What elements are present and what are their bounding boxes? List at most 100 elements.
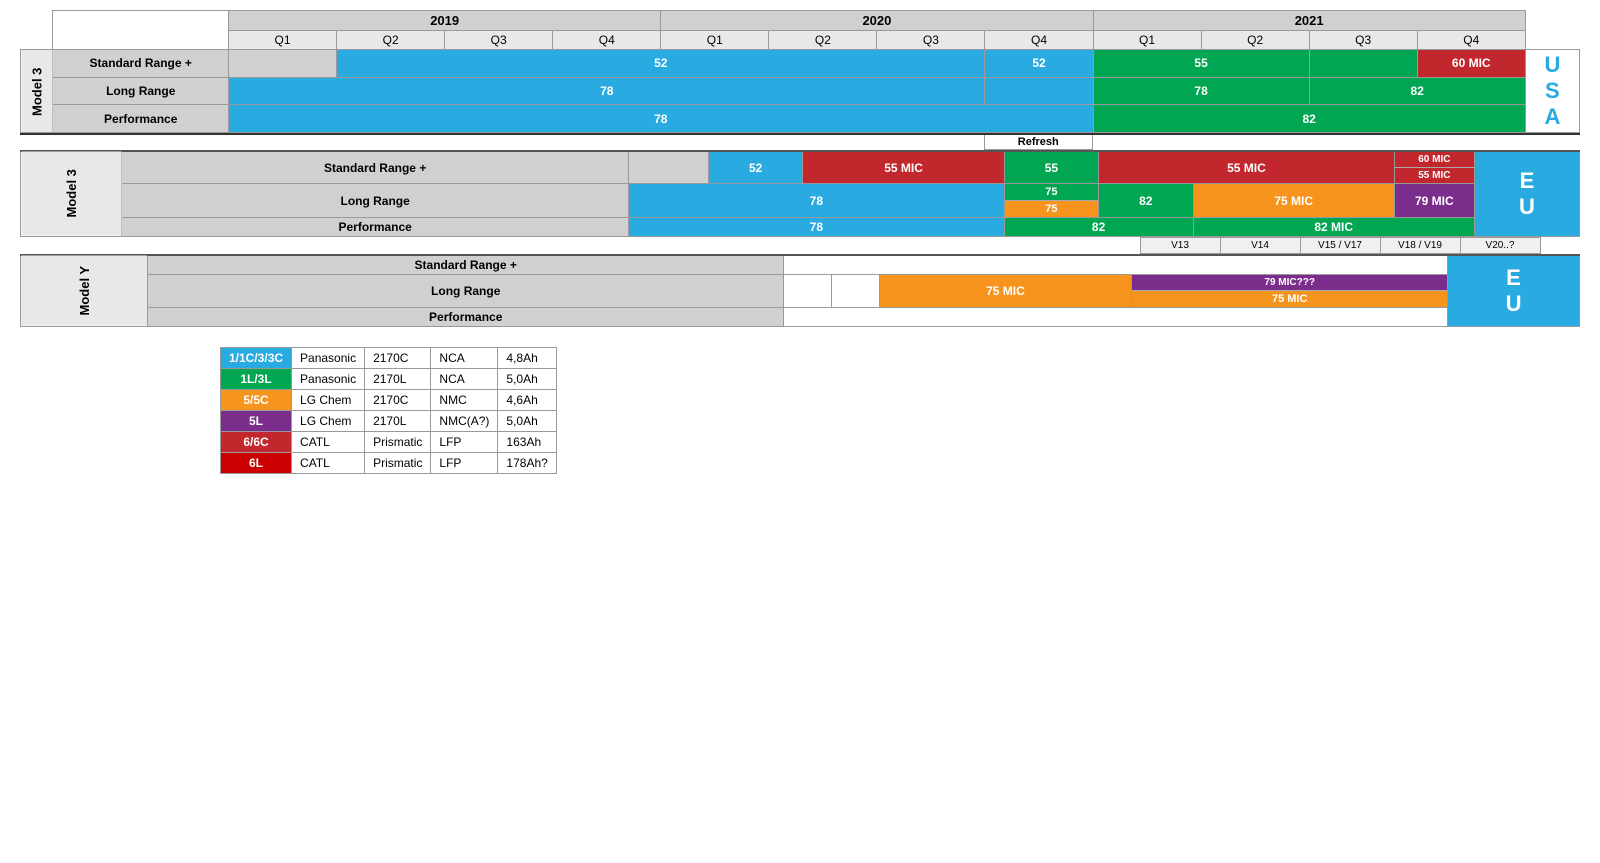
eu-region-label-my: EU bbox=[1448, 255, 1580, 327]
perf-label-eu: Performance bbox=[122, 218, 629, 237]
lr-label-my: Long Range bbox=[148, 275, 784, 308]
usa-region-label: USA bbox=[1525, 50, 1579, 133]
legend-capacity-5: 178Ah? bbox=[498, 453, 556, 474]
m3-usa-sr-row: Model 3 Standard Range + 52 52 55 60 MIC… bbox=[21, 50, 1580, 78]
m3-usa-sr-blue: 52 bbox=[337, 50, 985, 78]
perf-label-my: Performance bbox=[148, 308, 784, 327]
m3-usa-sr-red: 60 MIC bbox=[1417, 50, 1525, 78]
my-eu-sr-row: Model Y Standard Range + EU bbox=[21, 255, 1580, 275]
sr-label-usa: Standard Range + bbox=[53, 50, 229, 78]
version-v14: V14 bbox=[1220, 238, 1300, 254]
my-eu-lr-yellow2: 75 MIC bbox=[1132, 291, 1447, 307]
main-container: 2019 2020 2021 Q1 Q2 Q3 Q4 Q1 Q2 Q3 Q4 Q… bbox=[20, 10, 1580, 474]
my-eu-lr-yellow: 75 MIC bbox=[879, 275, 1132, 308]
legend-manufacturer-0: Panasonic bbox=[292, 348, 365, 369]
legend-chemistry-1: NCA bbox=[431, 369, 498, 390]
legend-row-5: 6L CATL Prismatic LFP 178Ah? bbox=[221, 453, 557, 474]
m3-eu-perf-blue: 78 bbox=[628, 218, 1004, 237]
legend-color-5: 6L bbox=[221, 453, 292, 474]
m3-usa-lr-green2: 82 bbox=[1309, 77, 1525, 105]
m3-eu-sr-row: Model 3 Standard Range + 52 55 MIC 55 55… bbox=[21, 151, 1580, 184]
legend-color-2: 5/5C bbox=[221, 390, 292, 411]
m3-eu-lr-green-top: 75 bbox=[1005, 184, 1098, 201]
version-v18-v19: V18 / V19 bbox=[1380, 238, 1460, 254]
m3-eu-perf-row: Performance 78 82 82 MIC bbox=[21, 218, 1580, 237]
modelY-label: Model Y bbox=[21, 255, 148, 327]
legend-cell-4: Prismatic bbox=[365, 432, 431, 453]
legend-manufacturer-1: Panasonic bbox=[292, 369, 365, 390]
perf-label-usa: Performance bbox=[53, 105, 229, 133]
legend-row-3: 5L LG Chem 2170L NMC(A?) 5,0Ah bbox=[221, 411, 557, 432]
legend-chemistry-4: LFP bbox=[431, 432, 498, 453]
legend-cell-2: 2170C bbox=[365, 390, 431, 411]
m3-eu-sr-red1: 55 MIC bbox=[803, 151, 1004, 184]
legend-chemistry-0: NCA bbox=[431, 348, 498, 369]
year-2021: 2021 bbox=[1093, 11, 1525, 31]
version-v20: V20..? bbox=[1460, 238, 1540, 254]
legend-color-1: 1L/3L bbox=[221, 369, 292, 390]
legend-cell-0: 2170C bbox=[365, 348, 431, 369]
m3-eu-lr-row: Long Range 78 75 75 82 75 MIC 79 MIC bbox=[21, 184, 1580, 218]
legend-capacity-4: 163Ah bbox=[498, 432, 556, 453]
m3-eu-lr-green2: 82 bbox=[1099, 184, 1193, 218]
legend-chemistry-5: LFP bbox=[431, 453, 498, 474]
lr-label-eu: Long Range bbox=[122, 184, 629, 218]
refresh-label: Refresh bbox=[984, 134, 1092, 150]
refresh-row-table: Refresh bbox=[20, 133, 1580, 150]
m3-eu-lr-yellow2: 75 MIC bbox=[1193, 184, 1394, 218]
legend-capacity-3: 5,0Ah bbox=[498, 411, 556, 432]
legend-manufacturer-5: CATL bbox=[292, 453, 365, 474]
m3-eu-sr-top-right: 60 MIC bbox=[1395, 152, 1474, 168]
m3-eu-sr-bot-right: 55 MIC bbox=[1395, 168, 1474, 183]
model3-label-eu: Model 3 bbox=[21, 151, 122, 237]
my-eu-lr-row: Long Range 75 MIC 79 MIC??? 75 MIC bbox=[21, 275, 1580, 308]
m3-usa-perf-row: Performance 78 82 bbox=[21, 105, 1580, 133]
m3-usa-sr-q4: 52 bbox=[985, 50, 1093, 78]
legend-row-0: 1/1C/3/3C Panasonic 2170C NCA 4,8Ah bbox=[221, 348, 557, 369]
sr-label-eu: Standard Range + bbox=[122, 151, 629, 184]
legend-capacity-0: 4,8Ah bbox=[498, 348, 556, 369]
m3-usa-perf-green: 82 bbox=[1093, 105, 1525, 133]
model3-eu-table: Model 3 Standard Range + 52 55 MIC 55 55… bbox=[20, 150, 1580, 237]
lr-label-usa: Long Range bbox=[53, 77, 229, 105]
version-table: V13 V14 V15 / V17 V18 / V19 V20..? bbox=[20, 237, 1580, 254]
legend-color-0: 1/1C/3/3C bbox=[221, 348, 292, 369]
legend-manufacturer-4: CATL bbox=[292, 432, 365, 453]
sr-label-my: Standard Range + bbox=[148, 255, 784, 275]
version-v13: V13 bbox=[1140, 238, 1220, 254]
m3-eu-lr-blue: 78 bbox=[628, 184, 1004, 218]
legend-cell-3: 2170L bbox=[365, 411, 431, 432]
version-v15-v17: V15 / V17 bbox=[1300, 238, 1380, 254]
m3-eu-perf-green2: 82 MIC bbox=[1193, 218, 1474, 237]
m3-eu-sr-green: 55 bbox=[1004, 151, 1098, 184]
legend-row-2: 5/5C LG Chem 2170C NMC 4,6Ah bbox=[221, 390, 557, 411]
my-eu-lr-purple: 79 MIC??? bbox=[1132, 275, 1447, 291]
legend-color-3: 5L bbox=[221, 411, 292, 432]
m3-eu-lr-yellow: 75 bbox=[1005, 201, 1098, 217]
modelY-eu-table: Model Y Standard Range + EU Long Range 7… bbox=[20, 254, 1580, 327]
legend-color-4: 6/6C bbox=[221, 432, 292, 453]
m3-eu-sr-red2: 55 MIC bbox=[1099, 151, 1395, 184]
legend-manufacturer-3: LG Chem bbox=[292, 411, 365, 432]
my-eu-perf-row: Performance bbox=[21, 308, 1580, 327]
legend-capacity-2: 4,6Ah bbox=[498, 390, 556, 411]
eu-region-label-m3: EU bbox=[1474, 151, 1579, 237]
m3-usa-lr-blue: 78 bbox=[229, 77, 985, 105]
m3-usa-sr-green: 55 bbox=[1093, 50, 1309, 78]
legend-row-4: 6/6C CATL Prismatic LFP 163Ah bbox=[221, 432, 557, 453]
m3-usa-lr-green1: 78 bbox=[1093, 77, 1309, 105]
legend-capacity-1: 5,0Ah bbox=[498, 369, 556, 390]
m3-eu-lr-purple: 79 MIC bbox=[1394, 184, 1474, 218]
model3-label-usa: Model 3 bbox=[21, 50, 53, 133]
model3-usa-table: 2019 2020 2021 Q1 Q2 Q3 Q4 Q1 Q2 Q3 Q4 Q… bbox=[20, 10, 1580, 133]
year-2020: 2020 bbox=[661, 11, 1093, 31]
legend-cell-1: 2170L bbox=[365, 369, 431, 390]
legend-chemistry-2: NMC bbox=[431, 390, 498, 411]
legend-chemistry-3: NMC(A?) bbox=[431, 411, 498, 432]
legend-manufacturer-2: LG Chem bbox=[292, 390, 365, 411]
legend-cell-5: Prismatic bbox=[365, 453, 431, 474]
m3-usa-perf-blue: 78 bbox=[229, 105, 1094, 133]
legend-table: 1/1C/3/3C Panasonic 2170C NCA 4,8Ah 1L/3… bbox=[220, 347, 557, 474]
m3-usa-lr-row: Long Range 78 78 82 bbox=[21, 77, 1580, 105]
m3-eu-sr-blue: 52 bbox=[708, 151, 802, 184]
